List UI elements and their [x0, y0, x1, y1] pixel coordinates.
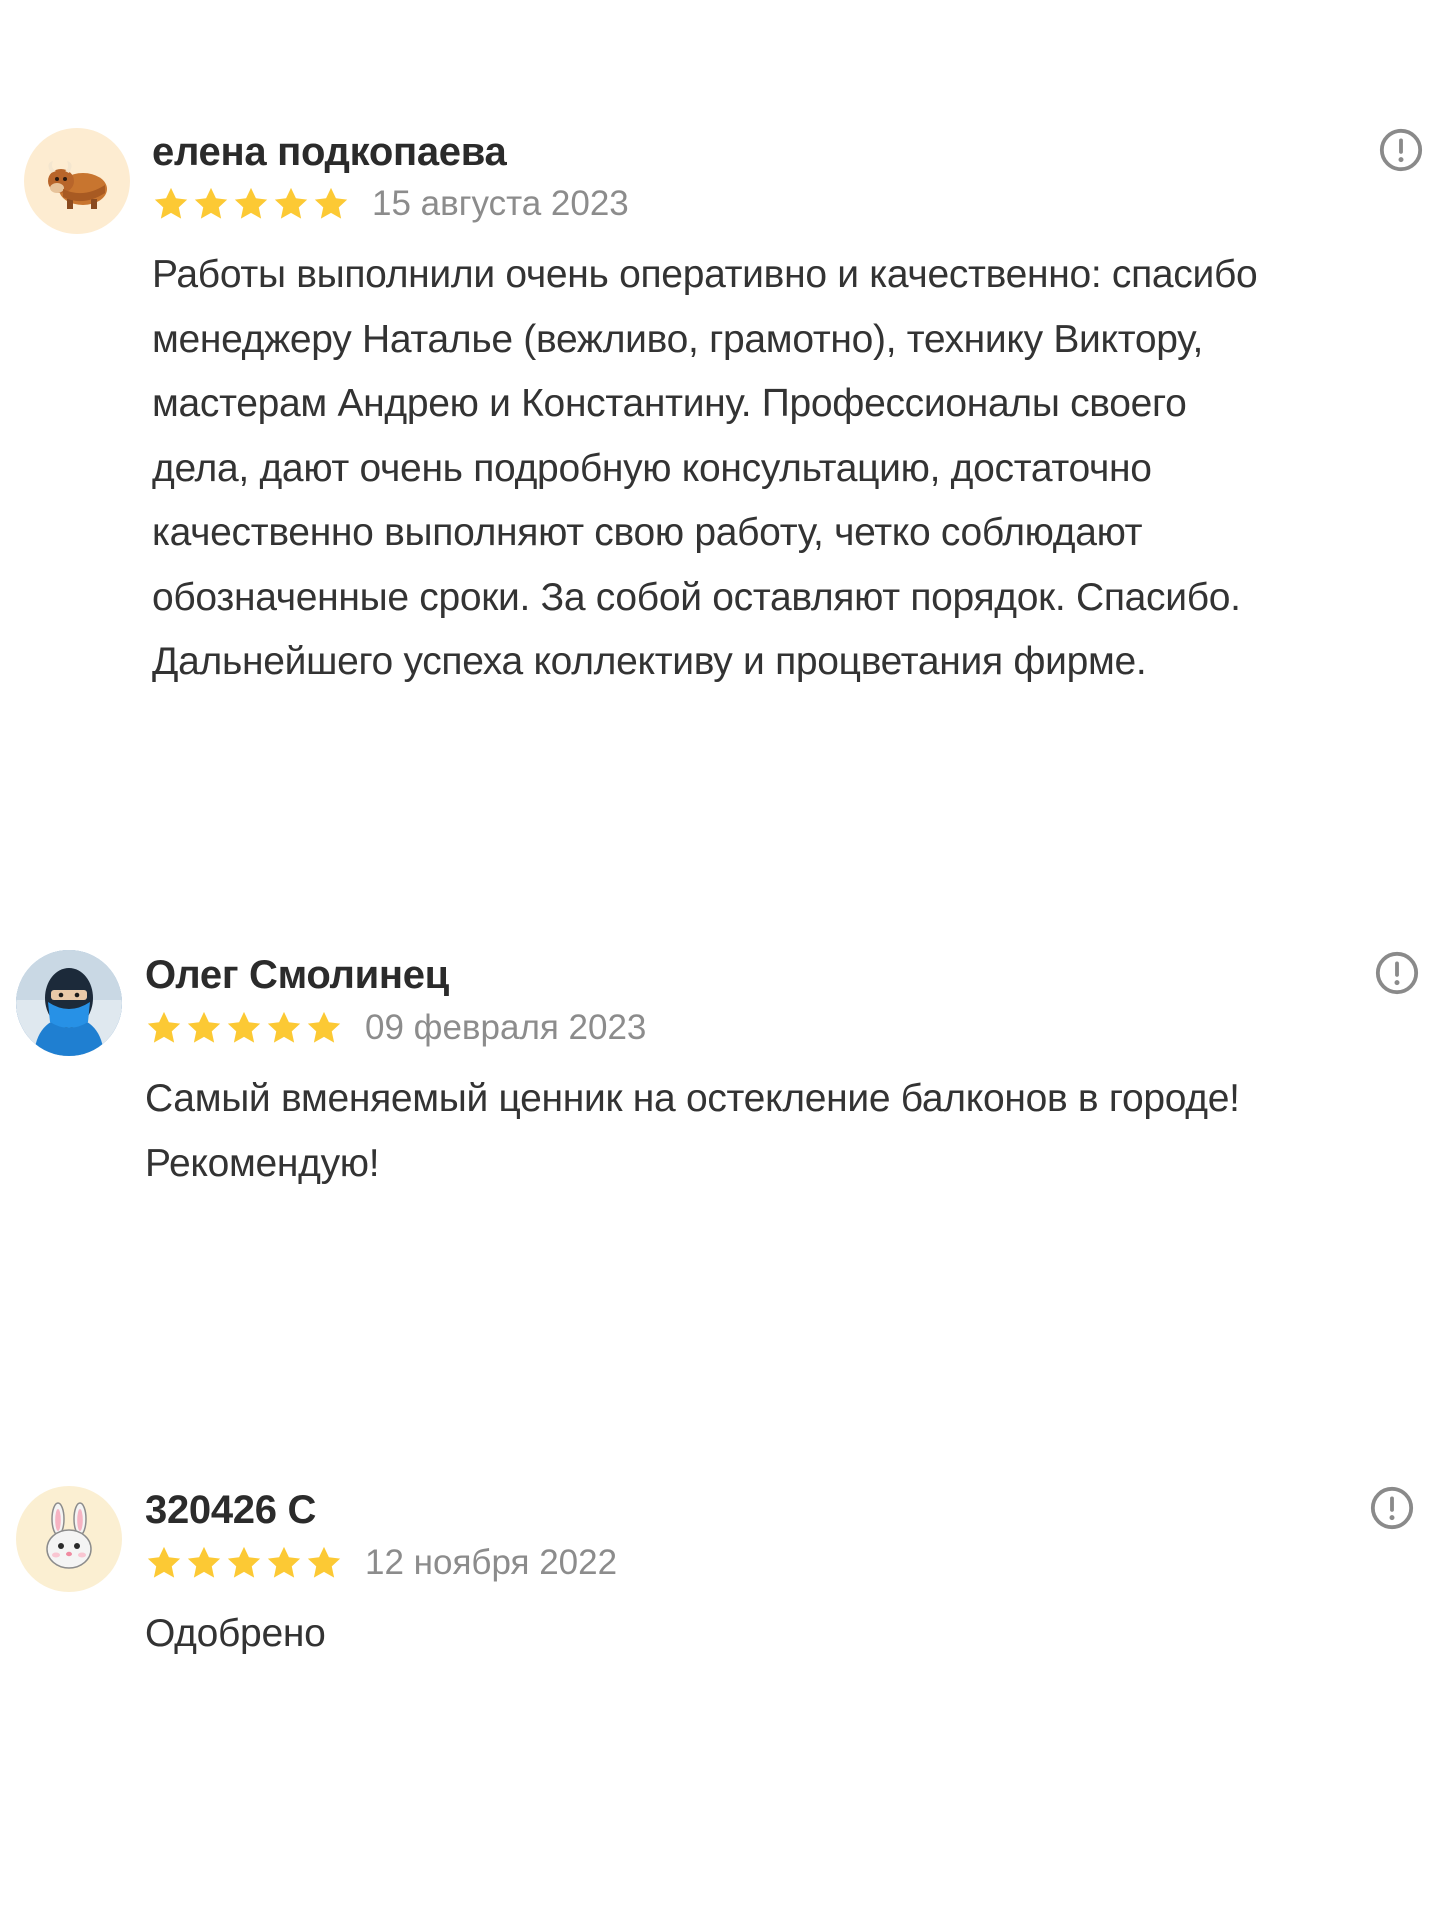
avatar[interactable]	[16, 1486, 122, 1592]
star-rating	[152, 185, 350, 223]
review-text-line: Самый вменяемый ценник на остекление бал…	[145, 1077, 1240, 1120]
review-author[interactable]: Олег Смолинец	[145, 953, 449, 998]
report-icon[interactable]	[1374, 950, 1420, 996]
star-icon	[147, 1546, 181, 1578]
review-text: Самый вменяемый ценник на остекление бал…	[145, 1067, 1415, 1196]
star-icon	[274, 187, 308, 219]
avatar[interactable]	[24, 128, 130, 234]
report-icon[interactable]	[1378, 127, 1424, 173]
yak-icon	[48, 161, 107, 209]
star-icon	[187, 1011, 221, 1043]
star-icon	[154, 187, 188, 219]
review-date: 15 августа 2023	[372, 184, 629, 223]
review-text: Работы выполнили очень оперативно и каче…	[152, 243, 1412, 695]
review-text-line: обозначенные сроки. За собой оставляют п…	[152, 575, 1241, 619]
review-text-line: Дальнейшего успеха коллективу и процвета…	[152, 640, 1147, 683]
review-text-line: Работы выполнили очень оперативно и каче…	[152, 253, 1258, 296]
star-icon	[147, 1011, 181, 1043]
star-icon	[267, 1546, 301, 1578]
review-text-line: менеджеру Наталье (вежливо, грамотно), т…	[152, 317, 1204, 361]
report-icon[interactable]	[1369, 1485, 1415, 1531]
masked-person-photo-icon	[16, 950, 122, 1056]
rating-row: 15 августа 2023	[152, 182, 629, 226]
star-rating	[145, 1009, 343, 1047]
star-icon	[314, 187, 348, 219]
star-icon	[194, 187, 228, 219]
review-text-line: Одобрено	[145, 1612, 326, 1655]
review-text-line: дела, дают очень подробную консультацию,…	[152, 446, 1152, 490]
review-date: 09 февраля 2023	[365, 1008, 647, 1047]
review-text: Одобрено	[145, 1602, 1415, 1667]
star-rating	[145, 1544, 343, 1582]
review-author[interactable]: 320426 С	[145, 1488, 316, 1533]
star-icon	[234, 187, 268, 219]
star-icon	[267, 1011, 301, 1043]
star-icon	[187, 1546, 221, 1578]
review-text-line: мастерам Андрею и Константину. Профессио…	[152, 382, 1187, 425]
star-icon	[307, 1011, 341, 1043]
review-text-line: Рекомендую!	[145, 1141, 380, 1185]
bunny-icon	[46, 1502, 92, 1569]
star-icon	[307, 1546, 341, 1578]
avatar[interactable]	[16, 950, 122, 1056]
star-icon	[227, 1546, 261, 1578]
rating-row: 12 ноября 2022	[145, 1541, 617, 1585]
star-icon	[227, 1011, 261, 1043]
review-text-line: качественно выполняют свою работу, четко…	[152, 511, 1143, 554]
review-date: 12 ноября 2022	[365, 1543, 618, 1582]
rating-row: 09 февраля 2023	[145, 1006, 646, 1050]
review-author[interactable]: елена подкопаева	[152, 130, 507, 175]
